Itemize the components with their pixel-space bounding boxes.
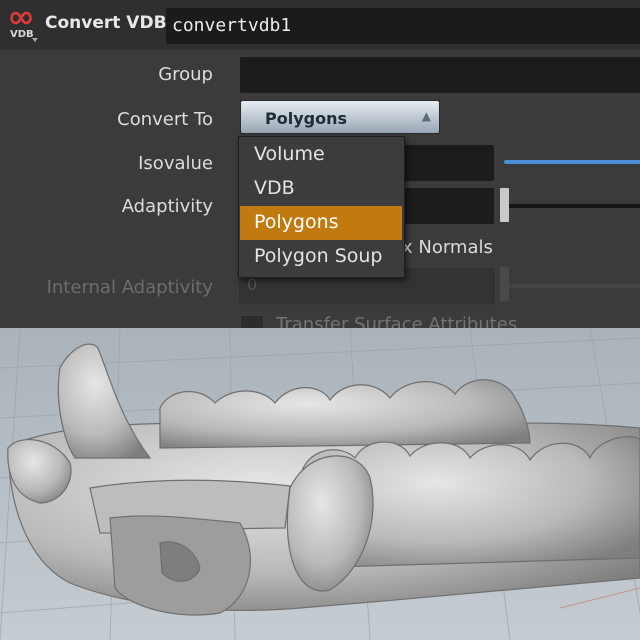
3d-viewport[interactable] <box>0 328 640 640</box>
isovalue-slider[interactable] <box>504 160 640 164</box>
vdb-node-icon[interactable]: VDB <box>6 8 40 44</box>
internal-adaptivity-label: Internal Adaptivity <box>46 277 213 298</box>
node-name-field[interactable]: convertvdb1 <box>166 8 640 44</box>
convert-to-select[interactable]: Polygons ▲ <box>240 100 440 134</box>
adaptivity-label: Adaptivity <box>121 196 213 217</box>
internal-adaptivity-slider-track[interactable] <box>504 284 640 288</box>
group-field[interactable] <box>240 57 640 93</box>
dropdown-option-polygon-soup[interactable]: Polygon Soup <box>240 240 402 274</box>
transfer-surface-attributes-label: Transfer Surface Attributes <box>276 314 518 328</box>
internal-adaptivity-slider-handle[interactable] <box>500 267 509 301</box>
node-type-label: Convert VDB <box>45 13 167 33</box>
group-label: Group <box>158 64 213 85</box>
node-header: VDB Convert VDB convertvdb1 <box>0 0 640 50</box>
transfer-surface-attributes-checkbox[interactable] <box>240 315 264 328</box>
dropdown-option-vdb[interactable]: VDB <box>240 172 402 206</box>
isovalue-label: Isovalue <box>138 153 213 174</box>
node-name-value: convertvdb1 <box>172 15 292 36</box>
adaptivity-slider-handle[interactable] <box>500 188 509 222</box>
dropdown-option-polygons[interactable]: Polygons <box>240 206 402 240</box>
viewport-scene <box>0 328 640 640</box>
convert-to-label: Convert To <box>117 109 213 130</box>
convert-to-dropdown-menu: Volume VDB Polygons Polygon Soup <box>238 136 405 278</box>
vdb-logo-text: VDB <box>10 29 34 40</box>
parameter-panel: VDB Convert VDB convertvdb1 Group Conver… <box>0 0 640 328</box>
adaptivity-slider-track[interactable] <box>504 204 640 208</box>
dropdown-option-volume[interactable]: Volume <box>240 138 402 172</box>
convert-to-value: Polygons <box>265 109 347 128</box>
chevron-up-icon: ▲ <box>421 109 431 123</box>
fix-normals-label: x Normals <box>402 237 493 258</box>
